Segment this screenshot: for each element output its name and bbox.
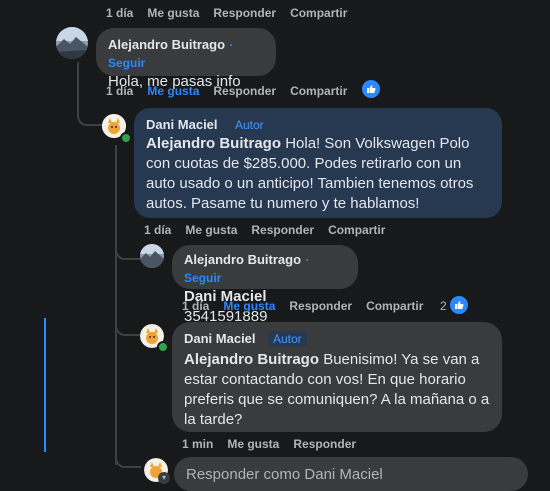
online-indicator — [120, 132, 132, 144]
comment-bubble: Alejandro Buitrago · Seguir Hola, me pas… — [96, 28, 276, 90]
avatar[interactable] — [140, 244, 164, 268]
thread-line — [115, 145, 117, 465]
like-button[interactable]: Me gusta — [147, 6, 199, 20]
comment-time[interactable]: 1 día — [144, 223, 171, 237]
comment-actions: 1 día Me gusta Responder Compartir — [182, 299, 437, 313]
comment-bubble: Dani Maciel Autor Alejandro Buitrago Hol… — [134, 108, 502, 218]
comment-author[interactable]: Dani Maciel — [184, 331, 256, 346]
comment-bubble: Alejandro Buitrago · Seguir Dani Maciel … — [172, 245, 358, 325]
like-reaction-icon[interactable] — [362, 80, 380, 98]
active-thread-indicator — [44, 318, 46, 452]
comment-time[interactable]: 1 min — [182, 437, 213, 451]
share-button[interactable]: Compartir — [366, 299, 423, 313]
reply-button[interactable]: Responder — [213, 84, 276, 98]
comment-text: Alejandro Buitrago Hola! Son Volkswagen … — [146, 135, 474, 212]
comment-text: Alejandro Buitrago Buenisimo! Ya se van … — [184, 351, 490, 428]
comment-time[interactable]: 1 día — [182, 299, 209, 313]
reply-input[interactable] — [174, 457, 528, 491]
thread-connector — [115, 450, 141, 468]
comment-author[interactable]: Dani Maciel — [146, 117, 218, 132]
comment-actions: 1 día Me gusta Responder Compartir — [106, 84, 361, 98]
mention-link[interactable]: Alejandro Buitrago — [146, 135, 281, 152]
mention-link[interactable]: Alejandro Buitrago — [184, 351, 319, 368]
reply-button[interactable]: Responder — [213, 6, 276, 20]
comment-actions: 1 día Me gusta Responder Compartir — [144, 223, 399, 237]
like-button[interactable]: Me gusta — [185, 223, 237, 237]
comment-actions: 1 min Me gusta Responder — [182, 437, 370, 451]
comment-time[interactable]: 1 día — [106, 84, 133, 98]
thread-connector — [115, 246, 141, 260]
comment-bubble: Dani Maciel Autor Alejandro Buitrago Bue… — [172, 322, 502, 432]
chevron-down-icon[interactable]: ▾ — [158, 472, 170, 484]
like-button[interactable]: Me gusta — [223, 299, 275, 313]
author-badge: Autor — [267, 331, 307, 347]
like-button[interactable]: Me gusta — [147, 84, 199, 98]
author-badge: Autor — [229, 117, 269, 133]
online-indicator — [157, 341, 169, 353]
reply-button[interactable]: Responder — [251, 223, 314, 237]
avatar[interactable] — [56, 27, 88, 59]
reply-button[interactable]: Responder — [289, 299, 352, 313]
comment-author[interactable]: Alejandro Buitrago — [184, 252, 301, 267]
thread-connector — [77, 104, 103, 126]
share-button[interactable]: Compartir — [290, 84, 347, 98]
comment-actions: 1 día Me gusta Responder Compartir — [106, 6, 361, 20]
share-button[interactable]: Compartir — [290, 6, 347, 20]
like-button[interactable]: Me gusta — [227, 437, 279, 451]
share-button[interactable]: Compartir — [328, 223, 385, 237]
reply-button[interactable]: Responder — [293, 437, 356, 451]
comment-author[interactable]: Alejandro Buitrago — [108, 37, 225, 52]
thread-connector — [115, 320, 141, 336]
like-reaction-icon[interactable] — [450, 296, 468, 314]
comment-time[interactable]: 1 día — [106, 6, 133, 20]
reaction-count[interactable]: 2 — [440, 299, 447, 313]
